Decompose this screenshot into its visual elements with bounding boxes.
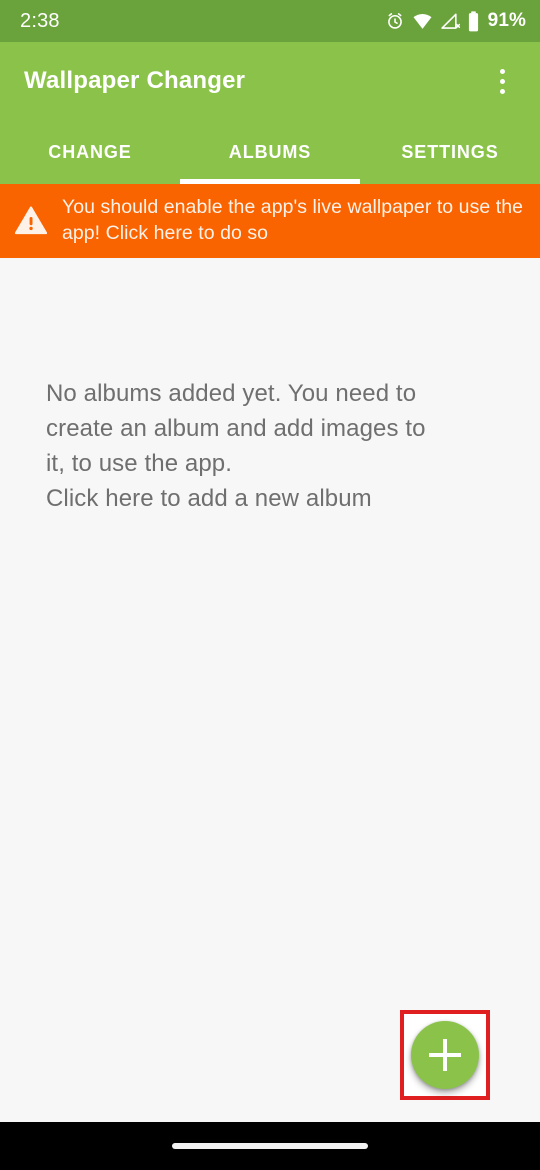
empty-state-message[interactable]: No albums added yet. You need to create … <box>46 376 500 516</box>
app-screen: 2:38 91% Wallpaper Changer CHANGE ALBUMS… <box>0 0 540 1170</box>
tab-label: ALBUMS <box>228 141 312 162</box>
tab-change[interactable]: CHANGE <box>0 120 180 184</box>
tab-bar: CHANGE ALBUMS SETTINGS <box>0 120 540 184</box>
tab-label: CHANGE <box>48 141 132 162</box>
live-wallpaper-warning-banner[interactable]: You should enable the app's live wallpap… <box>0 184 540 258</box>
empty-state-line: Click here to add a new album <box>46 485 372 512</box>
albums-content-area: No albums added yet. You need to create … <box>0 258 540 1122</box>
overflow-dot <box>499 68 505 74</box>
cellular-no-signal-icon <box>440 11 460 31</box>
battery-percent-label: 91% <box>487 10 526 31</box>
page-title: Wallpaper Changer <box>24 67 246 94</box>
overflow-dot <box>499 78 505 84</box>
battery-icon <box>467 10 480 32</box>
status-bar-icons: 91% <box>385 10 526 32</box>
overflow-dot <box>499 88 505 94</box>
wifi-icon <box>412 11 433 31</box>
tab-settings[interactable]: SETTINGS <box>360 120 540 184</box>
system-navigation-bar <box>0 1122 540 1170</box>
overflow-menu-icon[interactable] <box>480 55 524 107</box>
empty-state-line: create an album and add images to <box>46 415 426 442</box>
empty-state-line: it, to use the app. <box>46 450 233 477</box>
tab-albums[interactable]: ALBUMS <box>180 120 360 184</box>
plus-icon-vertical <box>443 1039 447 1071</box>
status-bar: 2:38 91% <box>0 0 540 42</box>
status-bar-clock: 2:38 <box>20 9 60 32</box>
warning-banner-text: You should enable the app's live wallpap… <box>62 196 523 244</box>
gesture-pill[interactable] <box>172 1143 368 1149</box>
add-album-fab[interactable] <box>411 1021 479 1089</box>
alarm-clock-icon <box>385 11 405 31</box>
warning-triangle-icon <box>14 203 48 237</box>
tab-label: SETTINGS <box>401 141 499 162</box>
tab-active-indicator <box>180 179 360 184</box>
empty-state-line: No albums added yet. You need to <box>46 380 417 407</box>
app-bar: Wallpaper Changer <box>0 42 540 120</box>
